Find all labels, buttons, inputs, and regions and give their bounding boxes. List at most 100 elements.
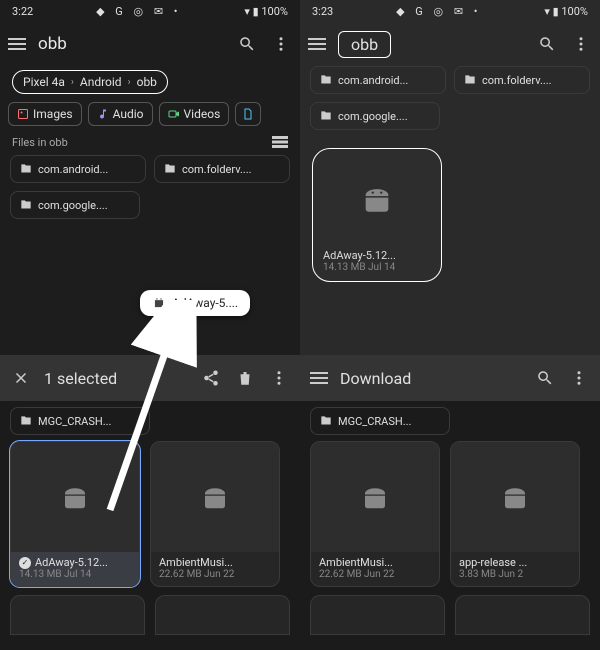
status-time: 3:22: [12, 5, 33, 18]
file-icon: [242, 108, 254, 120]
status-bar: 3:22 ◆ G ◎ ✉ • ▾ ▮ 100%: [0, 0, 300, 22]
delete-button[interactable]: [234, 367, 256, 389]
chip-more[interactable]: [235, 102, 261, 126]
status-battery: ▾ ▮ 100%: [244, 5, 288, 18]
folder-label: com.folderv....: [182, 163, 252, 176]
chip-audio[interactable]: Audio: [88, 102, 153, 126]
file-item-selected[interactable]: AdAway-5.12... 14.13 MB Jul 14: [312, 148, 442, 282]
panel-top-right: 3:23 ◆ G ◎ ✉ • ▾ ▮ 100% obb com.android.…: [300, 0, 600, 355]
folder-label: com.folderv....: [482, 74, 552, 87]
breadcrumb[interactable]: Pixel 4a › Android › obb: [12, 70, 168, 94]
folder-item[interactable]: com.google....: [10, 191, 140, 219]
checkmark-icon: ✓: [19, 557, 31, 569]
breadcrumb-item[interactable]: Android: [80, 75, 122, 89]
breadcrumb-item[interactable]: Pixel 4a: [23, 75, 65, 89]
hamburger-icon: [308, 43, 326, 45]
share-button[interactable]: [200, 367, 222, 389]
file-item[interactable]: app-release ... 3.83 MB Jun 2: [450, 441, 580, 587]
search-button[interactable]: [536, 33, 558, 55]
app-bar: obb: [300, 22, 600, 66]
folder-label: MGC_CRASH...: [338, 415, 411, 428]
chevron-right-icon: ›: [128, 77, 131, 88]
status-battery: ▾ ▮ 100%: [544, 5, 588, 18]
folder-item[interactable]: com.android...: [310, 66, 446, 94]
app-bar: Download: [300, 355, 600, 401]
folder-label: com.google....: [338, 110, 408, 123]
search-icon: [538, 35, 556, 53]
folder-icon: [19, 198, 33, 212]
breadcrumb-item[interactable]: obb: [137, 75, 157, 89]
file-meta: 22.62 MB Jun 22: [311, 569, 439, 586]
menu-button[interactable]: [8, 43, 26, 45]
file-name: AdAway-5.12...: [313, 249, 441, 262]
overflow-button[interactable]: [270, 33, 292, 55]
folder-item[interactable]: com.google....: [310, 102, 440, 130]
android-icon: [360, 482, 390, 512]
hamburger-icon: [310, 377, 328, 379]
search-icon: [238, 35, 256, 53]
file-item-partial[interactable]: [155, 595, 290, 635]
file-name: AdAway-5.12...: [35, 556, 108, 569]
share-icon: [202, 369, 220, 387]
close-icon: [12, 369, 30, 387]
overflow-button[interactable]: [568, 367, 590, 389]
android-icon: [60, 482, 90, 512]
folder-item[interactable]: com.folderv....: [154, 155, 290, 183]
menu-button[interactable]: [308, 43, 326, 45]
search-icon: [536, 369, 554, 387]
folder-label: com.android...: [338, 74, 408, 87]
overflow-button[interactable]: [268, 367, 290, 389]
file-meta: 22.62 MB Jun 22: [151, 569, 279, 586]
folder-label: com.android...: [38, 163, 108, 176]
section-header: Files in obb: [0, 134, 300, 155]
folder-icon: [319, 73, 333, 87]
chip-label: Images: [33, 107, 73, 121]
folder-item[interactable]: com.folderv....: [454, 66, 590, 94]
folder-icon: [319, 109, 333, 123]
status-bar: 3:23 ◆ G ◎ ✉ • ▾ ▮ 100%: [300, 0, 600, 22]
file-name: app-release ...: [459, 556, 527, 569]
folder-item[interactable]: MGC_CRASH...: [310, 407, 450, 435]
more-vert-icon: [572, 35, 590, 53]
android-icon: [200, 482, 230, 512]
file-item-partial[interactable]: [455, 595, 590, 635]
app-bar: obb: [0, 22, 300, 66]
android-icon: [360, 182, 394, 216]
status-notif-icons: ◆ G ◎ ✉ •: [396, 5, 481, 18]
search-button[interactable]: [236, 33, 258, 55]
folder-item[interactable]: com.android...: [10, 155, 146, 183]
file-name: AmbientMusi...: [159, 556, 233, 569]
file-thumbnail: [451, 442, 579, 552]
chevron-right-icon: ›: [71, 77, 74, 88]
search-input[interactable]: obb: [338, 31, 391, 58]
chip-videos[interactable]: Videos: [159, 102, 230, 126]
overflow-button[interactable]: [570, 33, 592, 55]
status-notif-icons: ◆ G ◎ ✉ •: [96, 5, 181, 18]
status-time: 3:23: [312, 5, 333, 18]
search-button[interactable]: [534, 367, 556, 389]
menu-button[interactable]: [310, 377, 328, 379]
filter-chips: Images Audio Videos: [0, 102, 300, 134]
file-thumbnail: [311, 442, 439, 552]
file-meta: 3.83 MB Jun 2: [451, 569, 579, 586]
trash-icon: [236, 369, 254, 387]
file-item-partial[interactable]: [10, 595, 145, 635]
file-item-partial[interactable]: [310, 595, 445, 635]
chip-images[interactable]: Images: [8, 102, 82, 126]
folder-icon: [463, 73, 477, 87]
more-vert-icon: [570, 369, 588, 387]
view-toggle-icon[interactable]: [272, 136, 288, 148]
folder-icon: [163, 162, 177, 176]
hamburger-icon: [8, 43, 26, 45]
close-selection-button[interactable]: [10, 367, 32, 389]
file-meta: 14.13 MB Jul 14: [11, 569, 139, 586]
folder-icon: [319, 414, 333, 428]
panel-bottom-right: Download MGC_CRASH... AmbientMusi... 22.…: [300, 355, 600, 650]
folder-icon: [19, 414, 33, 428]
file-name: AmbientMusi...: [319, 556, 393, 569]
more-vert-icon: [272, 35, 290, 53]
section-label-text: Files in obb: [12, 136, 68, 149]
file-item[interactable]: AmbientMusi... 22.62 MB Jun 22: [310, 441, 440, 587]
folder-label: com.google....: [38, 199, 108, 212]
page-title: Download: [340, 369, 522, 388]
